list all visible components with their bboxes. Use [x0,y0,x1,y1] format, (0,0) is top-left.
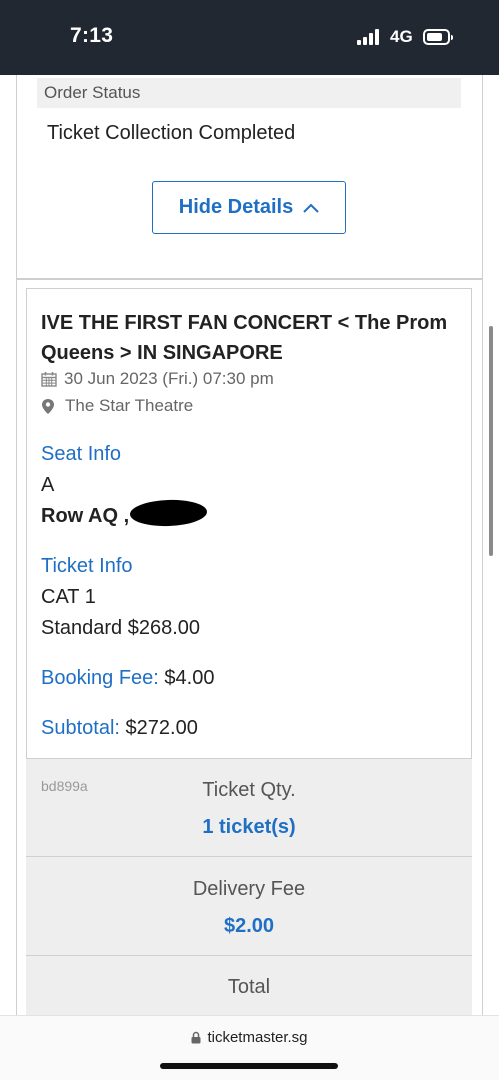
ticket-qty-label: Ticket Qty. [202,779,296,801]
seat-section: A [41,474,55,496]
total-label: Total [227,976,271,998]
event-datetime: 30 Jun 2023 (Fri.) 07:30 pm [64,369,274,388]
chevron-up-icon [303,203,319,213]
ticket-category: CAT 1 [41,586,96,608]
subtotal-row: Subtotal: $272.00 [41,717,198,740]
hide-details-label: Hide Details [178,196,294,218]
delivery-fee-section [26,856,472,956]
booking-fee-label: Booking Fee: [41,667,159,689]
booking-fee-value: $4.00 [164,667,215,689]
ticket-qty-section [26,758,472,857]
browser-bottom-bar [0,1015,499,1080]
booking-fee-row: Booking Fee: $4.00 [41,667,214,690]
ticket-price: Standard $268.00 [41,617,201,639]
subtotal-value: $272.00 [125,717,198,739]
url-text: ticketmaster.sg [207,1029,308,1046]
delivery-fee-value: $2.00 [223,915,275,937]
battery-icon [423,29,453,45]
lock-icon [191,1031,201,1044]
ticket-qty-value: 1 ticket(s) [202,816,296,838]
seat-row: Row AQ , [41,505,130,527]
clock: 7:13 [70,24,114,47]
seat-info-heading: Seat Info [41,443,122,465]
home-indicator[interactable] [160,1063,338,1069]
order-status-value: Ticket Collection Completed [47,122,296,144]
subtotal-label: Subtotal: [41,717,120,739]
status-bar: 7:13 4G [0,0,499,75]
map-pin-icon [42,398,54,414]
signal-icon [357,29,382,45]
network-type: 4G [390,27,413,46]
event-date-row: 30 Jun 2023 (Fri.) 07:30 pm [41,369,274,389]
hide-details-button[interactable]: Hide Details [152,181,346,234]
address-bar[interactable]: ticketmaster.sg [0,1029,499,1046]
calendar-icon [41,372,57,387]
scrollbar[interactable] [489,326,493,556]
event-venue-row: The Star Theatre [41,396,193,416]
order-status-label: Order Status [37,78,461,108]
ticket-info-heading: Ticket Info [41,555,133,577]
event-venue: The Star Theatre [65,396,194,415]
delivery-fee-label: Delivery Fee [192,878,306,900]
event-title: IVE THE FIRST FAN CONCERT < The Prom Que… [41,312,448,364]
